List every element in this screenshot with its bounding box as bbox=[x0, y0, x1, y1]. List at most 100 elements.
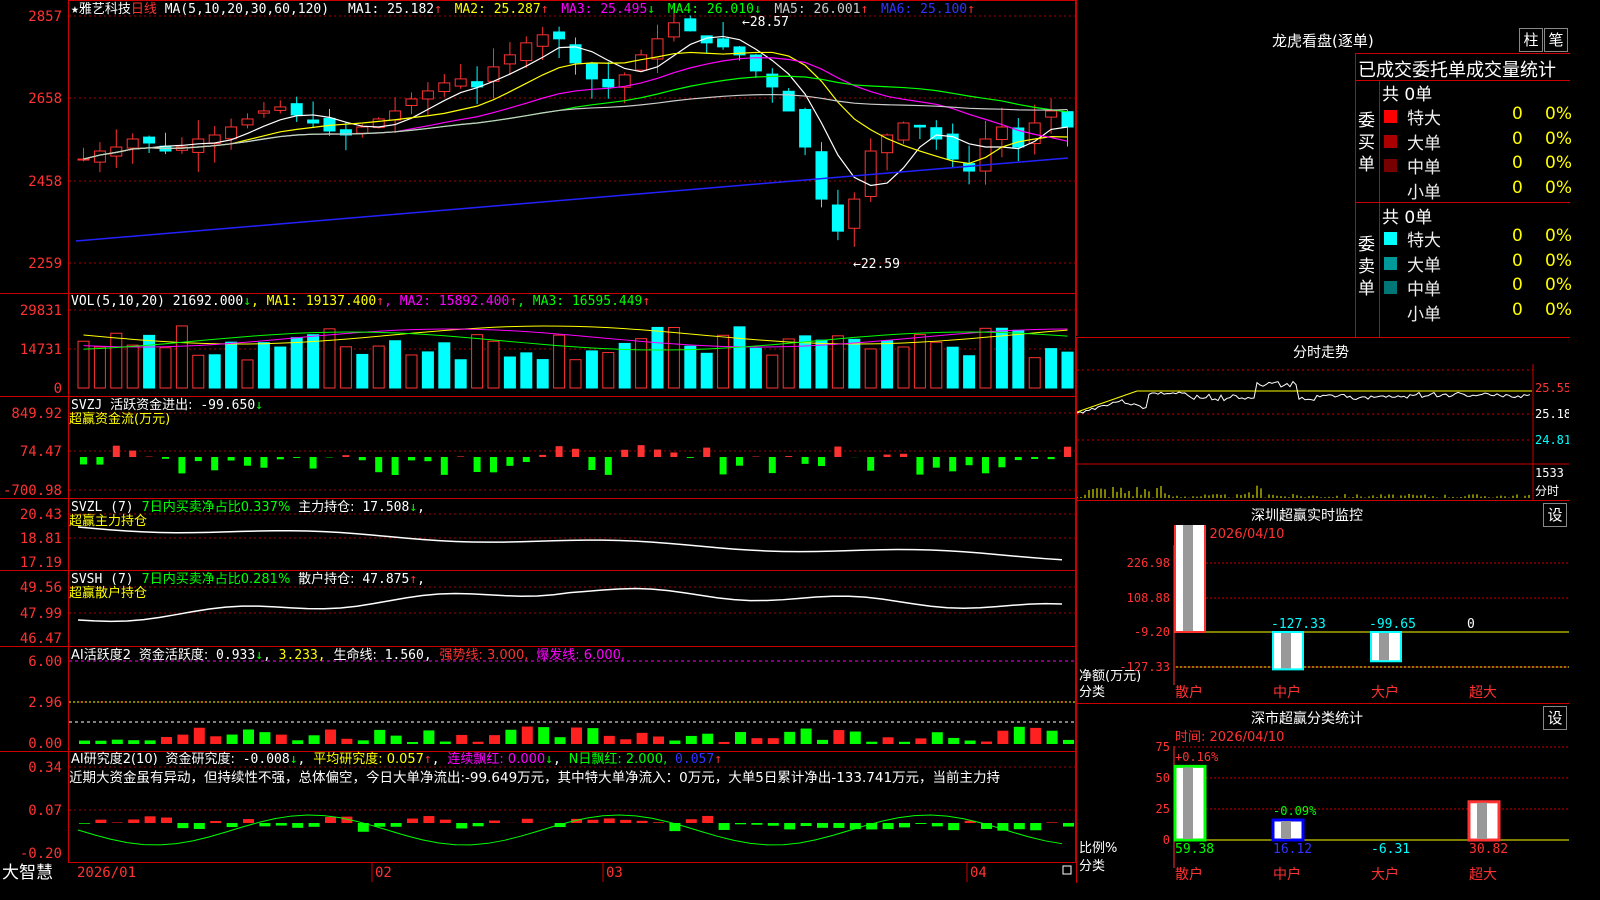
vol-bar bbox=[405, 354, 418, 389]
monitor-settings-button[interactable]: 设 bbox=[1543, 503, 1567, 527]
research-bar bbox=[111, 822, 123, 823]
research-bar bbox=[161, 817, 172, 823]
svzl-y-tick: 17.19 bbox=[20, 555, 62, 571]
monitor-y-tick: 108.88 bbox=[1127, 591, 1170, 605]
svg-text:SVZJ 活跃资金进出: -99.650↓: SVZJ 活跃资金进出: -99.650↓ bbox=[71, 397, 263, 413]
lhb-row: 小单 0 0% bbox=[1380, 178, 1572, 203]
activity-bar bbox=[653, 736, 664, 744]
vol-bar bbox=[159, 347, 172, 389]
period-label: 日线 bbox=[131, 2, 157, 17]
sell-side-label: 委卖单 bbox=[1358, 235, 1375, 299]
flow-bar bbox=[244, 457, 251, 466]
svsh-legend: SVSH (7) 7日内买卖净占比0.281% 散户持仓: 47.875↑, 超… bbox=[69, 571, 425, 601]
research-bar bbox=[833, 823, 845, 828]
research-bar bbox=[472, 823, 484, 827]
candle-body bbox=[225, 126, 238, 140]
ai2-y-tick: -0.20 bbox=[20, 846, 62, 862]
vol-bar bbox=[602, 352, 615, 389]
classify-settings-button[interactable]: 设 bbox=[1543, 706, 1567, 730]
candle-body bbox=[389, 110, 402, 121]
flow-bar bbox=[818, 457, 825, 467]
activity-bar bbox=[423, 730, 435, 744]
research-avg-line bbox=[77, 814, 1063, 846]
research-bar bbox=[685, 819, 697, 823]
lhb-row: 小单 0 0% bbox=[1380, 300, 1572, 325]
vol-bar bbox=[733, 326, 746, 389]
activity-bar bbox=[538, 727, 550, 744]
activity-bar bbox=[587, 728, 599, 744]
ma-legend-item: MA1: 25.182↑ bbox=[348, 2, 442, 17]
vol-bar bbox=[553, 334, 566, 389]
research-bar bbox=[948, 823, 960, 831]
research-bar bbox=[751, 823, 763, 825]
classify-panel: 深市超赢分类统计 设 时间: 2026/04/10 75 50 25 0 比例% 分类 散户 中… bbox=[1076, 703, 1569, 883]
vol-bar bbox=[372, 345, 385, 389]
flow-bar bbox=[883, 454, 891, 457]
research-bar bbox=[243, 819, 254, 823]
svzj-y-tick: -700.98 bbox=[3, 483, 62, 499]
flow-bar bbox=[522, 457, 530, 463]
research-bar bbox=[1063, 823, 1074, 827]
bar-view-button[interactable]: 柱 bbox=[1519, 28, 1543, 52]
monitor-cat-label: 中户 bbox=[1273, 684, 1301, 701]
classify-top-label: -0.09% bbox=[1273, 804, 1317, 818]
activity-bar bbox=[751, 738, 763, 744]
activity-bar bbox=[833, 730, 845, 744]
candle-body bbox=[815, 151, 828, 200]
candle-body bbox=[667, 22, 680, 38]
candle-body bbox=[438, 82, 451, 93]
activity-bar bbox=[505, 729, 517, 744]
lock-icon[interactable] bbox=[1062, 865, 1072, 875]
activity-bar bbox=[636, 732, 648, 744]
vol-bar bbox=[175, 325, 188, 389]
activity-bar bbox=[817, 739, 828, 744]
research-bar bbox=[95, 819, 107, 823]
classify-xlabel: 分类 bbox=[1079, 859, 1105, 874]
kline-y-tick: 2857 bbox=[28, 9, 62, 25]
lhb-row: 大单 0 0% bbox=[1380, 251, 1572, 276]
monitor-panel: 深圳超赢实时监控 设 时间: 2026/04/10 226.98 108.88 -9.… bbox=[1076, 500, 1569, 703]
monitor-y-tick: -9.20 bbox=[1134, 625, 1170, 639]
flow-bar bbox=[654, 449, 661, 457]
vol-bar bbox=[667, 326, 680, 389]
svg-text:超赢资金流(万元): 超赢资金流(万元) bbox=[69, 411, 170, 427]
svsh-y-tick: 49.56 bbox=[20, 580, 62, 596]
flow-bar bbox=[129, 450, 137, 457]
activity-bar bbox=[849, 731, 861, 744]
flow-bar bbox=[358, 457, 366, 461]
flow-bar bbox=[785, 456, 793, 457]
flow-bar bbox=[1014, 457, 1022, 461]
vol-bar bbox=[520, 352, 533, 389]
vol-bar bbox=[274, 346, 287, 389]
candle-body bbox=[717, 38, 730, 48]
flow-bar bbox=[736, 457, 743, 466]
chart-area[interactable]: 2857 2658 2458 2259 29831 14731 0 849.92… bbox=[0, 0, 1076, 882]
research-bar bbox=[603, 818, 615, 823]
brand-logo: 大智慧 bbox=[2, 863, 53, 882]
intraday-chart[interactable]: 25.55 25.18 24.81 1533 分时 bbox=[1077, 364, 1569, 500]
vol-bar bbox=[356, 353, 369, 389]
flow-bar bbox=[194, 457, 202, 462]
ma-legend-item: MA3: 25.495↓ bbox=[561, 2, 655, 17]
lhb-table: 已成交委托单成交量统计 委买单 共 0单 特大 0 0% 大单 0 0% 中单 0 0% 小单 0 0… bbox=[1355, 53, 1572, 337]
vol-bar bbox=[225, 341, 238, 389]
flow-bar bbox=[588, 457, 596, 470]
tick-view-button[interactable]: 笔 bbox=[1544, 28, 1568, 52]
ma120-line bbox=[75, 157, 1069, 242]
activity-bar bbox=[915, 738, 927, 744]
analysis-comment: 近期大资金虽有异动，但持续性不强，总体偏空，今日大单净流出:-99.649万元，… bbox=[69, 769, 1000, 786]
lhb-tabs[interactable]: 已成交委托单成交量统计 bbox=[1358, 56, 1556, 82]
buy-side-label: 委买单 bbox=[1358, 111, 1375, 175]
flow-bar bbox=[834, 446, 842, 457]
lhb-row: 大单 0 0% bbox=[1380, 129, 1572, 154]
ai2-y-tick: 0.34 bbox=[28, 760, 62, 776]
svsh-y-tick: 47.99 bbox=[20, 606, 62, 622]
activity-bar bbox=[718, 741, 730, 744]
vol-bar bbox=[881, 340, 894, 389]
candle-body bbox=[635, 54, 648, 71]
research-bar bbox=[439, 819, 451, 823]
fenshi-tick: 25.18 bbox=[1535, 407, 1569, 421]
monitor-bar-shade bbox=[1379, 633, 1389, 661]
classify-value-label: 16.12 bbox=[1273, 842, 1312, 857]
vol-bar bbox=[1061, 351, 1074, 389]
